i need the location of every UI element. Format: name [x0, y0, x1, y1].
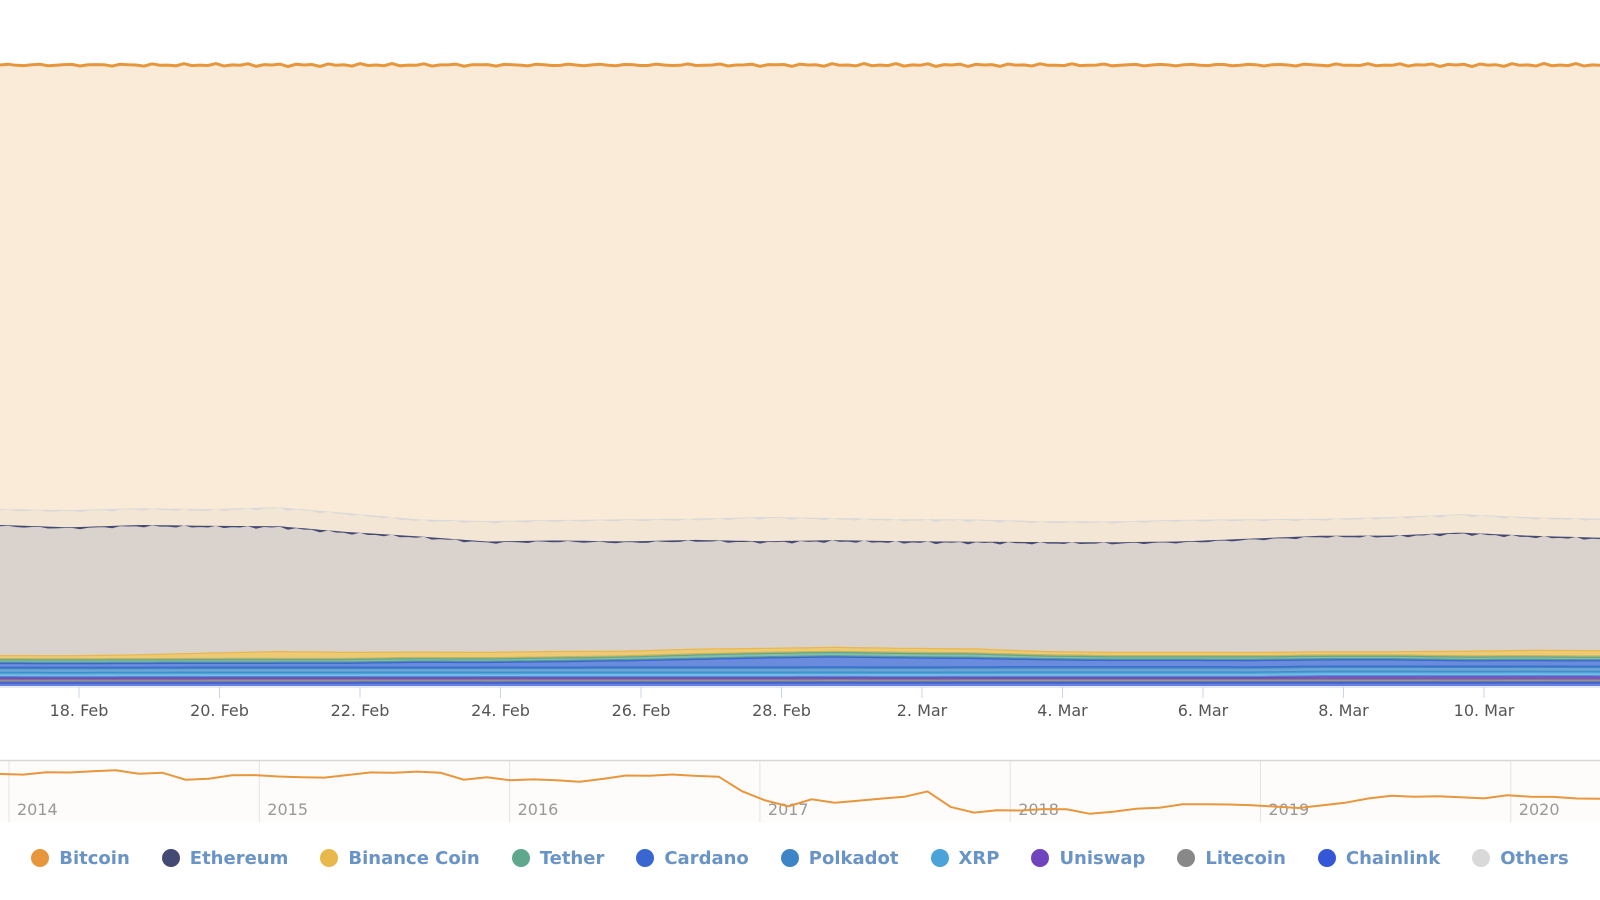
- legend-item-cardano[interactable]: Cardano: [636, 847, 749, 869]
- legend-symbol-icon: [31, 849, 50, 867]
- chart-legend: Bitcoin Ethereum Binance Coin Tether Cardano…: [0, 838, 1600, 878]
- market-dominance-chart: 18. Feb 20. Feb 22. Feb 24. Feb 26. Feb 28. F…: [0, 0, 1600, 900]
- x-tick-label: 22. Feb: [331, 701, 390, 720]
- legend-label: Uniswap: [1059, 847, 1146, 869]
- x-tick-label: 10. Mar: [1454, 701, 1515, 720]
- navigator-tick-label: 2020: [1519, 800, 1560, 819]
- legend-label: Chainlink: [1345, 847, 1441, 869]
- legend-label: Litecoin: [1205, 847, 1286, 869]
- legend-symbol-icon: [930, 849, 949, 867]
- legend-item-binance-coin[interactable]: Binance Coin: [320, 847, 480, 869]
- area-ethereum[interactable]: [0, 524, 1600, 656]
- legend-symbol-icon: [320, 849, 339, 867]
- legend-item-bitcoin[interactable]: Bitcoin: [31, 848, 130, 869]
- x-tick-label: 28. Feb: [752, 701, 811, 720]
- legend-label: Polkadot: [808, 847, 899, 869]
- legend-label: Bitcoin: [59, 847, 130, 869]
- legend-item-others[interactable]: Others: [1472, 848, 1569, 869]
- legend-item-xrp[interactable]: XRP: [930, 847, 1000, 869]
- x-axis: 18. Feb 20. Feb 22. Feb 24. Feb 26. Feb 28. F…: [0, 686, 1600, 720]
- legend-label: Tether: [539, 847, 605, 869]
- chart-svg: 18. Feb 20. Feb 22. Feb 24. Feb 26. Feb 28. F…: [0, 61, 1600, 822]
- area-bitcoin[interactable]: [0, 63, 1600, 522]
- legend-item-uniswap[interactable]: Uniswap: [1031, 848, 1145, 869]
- legend-symbol-icon: [1031, 849, 1050, 867]
- legend-symbol-icon: [636, 849, 655, 867]
- legend-symbol-icon: [511, 849, 530, 867]
- legend-item-ethereum[interactable]: Ethereum: [161, 847, 289, 869]
- legend-item-tether[interactable]: Tether: [511, 847, 605, 869]
- legend-label: Ethereum: [189, 847, 289, 869]
- legend-symbol-icon: [161, 849, 180, 867]
- x-tick-label: 6. Mar: [1178, 701, 1229, 720]
- legend-symbol-icon: [1177, 849, 1196, 867]
- legend-label: Binance Coin: [348, 847, 480, 869]
- legend-label: Others: [1500, 847, 1569, 869]
- navigator-tick-label: 2019: [1269, 800, 1310, 819]
- x-tick-label: 20. Feb: [190, 701, 249, 720]
- navigator-tick-label: 2015: [267, 800, 308, 819]
- navigator-tick-label: 2014: [17, 800, 58, 819]
- x-tick-label: 26. Feb: [612, 701, 671, 720]
- legend-label: Cardano: [664, 847, 749, 869]
- navigator[interactable]: 2014 2015 2016 2017 2018 2019 2020: [0, 759, 1600, 822]
- x-tick-label: 24. Feb: [471, 701, 530, 720]
- x-tick-label: 18. Feb: [50, 701, 109, 720]
- area-series: [0, 61, 1600, 686]
- navigator-tick-label: 2016: [518, 800, 559, 819]
- legend-symbol-icon: [1317, 849, 1336, 867]
- x-tick-label: 2. Mar: [897, 701, 948, 720]
- legend-symbol-icon: [780, 849, 799, 867]
- legend-symbol-icon: [1472, 849, 1491, 867]
- x-tick-label: 4. Mar: [1037, 701, 1088, 720]
- legend-item-polkadot[interactable]: Polkadot: [780, 847, 899, 869]
- legend-item-chainlink[interactable]: Chainlink: [1317, 847, 1441, 869]
- legend-item-litecoin[interactable]: Litecoin: [1177, 847, 1286, 869]
- x-tick-label: 8. Mar: [1318, 701, 1369, 720]
- legend-label: XRP: [958, 847, 1000, 869]
